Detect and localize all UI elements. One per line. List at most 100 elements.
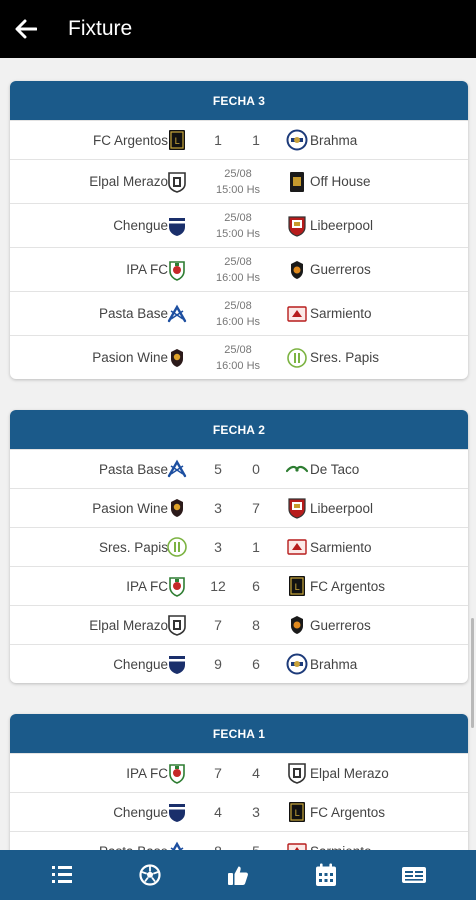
- nav-matches[interactable]: [130, 855, 170, 895]
- home-team-name: FC Argentos: [92, 132, 168, 148]
- libeerpool-crest-icon: [286, 497, 308, 519]
- calendar-icon: [316, 863, 336, 886]
- match-datetime: 25/08 16:00 Hs: [200, 292, 276, 335]
- away-team-name: Libeerpool: [310, 500, 374, 516]
- match-row[interactable]: Chengue 4 3 L FC Argentos: [10, 792, 468, 831]
- match-date: 25/08: [224, 255, 252, 268]
- away-team-name: De Taco: [310, 461, 360, 477]
- match-row[interactable]: IPA FC 25/08 16:00 Hs Guerreros: [10, 247, 468, 291]
- match-row[interactable]: Chengue 25/08 15:00 Hs Libeerpool: [10, 203, 468, 247]
- ipa-fc-crest-icon: [166, 259, 188, 281]
- home-team-name: Elpal Merazo: [89, 617, 168, 633]
- match-row[interactable]: Pasion Wine 25/08 16:00 Hs Sres. Papis: [10, 335, 468, 379]
- id-card-icon: [402, 867, 426, 883]
- pasta-base-crest-icon: [166, 840, 188, 850]
- match-time: 16:00 Hs: [215, 315, 261, 328]
- svg-text:L: L: [174, 137, 179, 147]
- home-score: 7: [214, 617, 222, 633]
- match-row[interactable]: Elpal Merazo 25/08 15:00 Hs Off House: [10, 159, 468, 203]
- away-team-name: Guerreros: [310, 262, 371, 277]
- pasta-base-crest-icon: [166, 303, 188, 325]
- match-row[interactable]: IPA FC 7 4 Elpal Merazo: [10, 753, 468, 792]
- away-team-name: Brahma: [310, 656, 358, 672]
- pasion-wine-crest-icon: [166, 347, 188, 369]
- match-row[interactable]: Pasta Base 5 0 De Taco: [10, 449, 468, 488]
- chengue-crest-icon: [166, 653, 188, 675]
- away-score: 0: [252, 461, 260, 477]
- match-row[interactable]: Chengue 9 6 Brahma: [10, 644, 468, 683]
- chengue-crest-icon: [166, 801, 188, 823]
- away-team-name: Elpal Merazo: [310, 765, 389, 781]
- de-taco-crest-icon: [285, 458, 309, 480]
- home-team-name: Sres. Papis: [98, 539, 168, 555]
- home-team-name: Pasta Base: [99, 832, 168, 851]
- home-score: 12: [210, 578, 226, 594]
- round-card-fecha-1: FECHA 1 IPA FC 7 4 Elpal Merazo Chengue 4 3 L FC …: [10, 714, 468, 850]
- away-team-name: Sarmiento: [310, 306, 372, 321]
- away-score: 1: [252, 132, 260, 148]
- home-team-name: Pasion Wine: [92, 350, 168, 365]
- away-score: 7: [252, 500, 260, 516]
- match-row[interactable]: Sres. Papis 3 1 Sarmiento: [10, 527, 468, 566]
- away-team-name: Sres. Papis: [310, 350, 380, 365]
- away-score: 8: [252, 617, 260, 633]
- away-team-name: FC Argentos: [310, 804, 386, 820]
- home-team-name: Chengue: [113, 804, 168, 820]
- home-score: 5: [214, 461, 222, 477]
- fc-argentos-crest-icon: L: [166, 129, 188, 151]
- away-score: 6: [252, 656, 260, 672]
- arrow-left-icon: [15, 19, 37, 39]
- match-datetime: 25/08 15:00 Hs: [200, 204, 276, 247]
- match-date: 25/08: [224, 167, 252, 180]
- back-button[interactable]: [0, 0, 52, 58]
- round-header: FECHA 2: [10, 410, 468, 449]
- match-datetime: 25/08 15:00 Hs: [200, 160, 276, 203]
- home-team-name: Pasion Wine: [92, 500, 168, 516]
- app-bar: Fixture: [0, 0, 476, 58]
- home-score: 3: [214, 539, 222, 555]
- match-row[interactable]: Pasta Base 25/08 16:00 Hs Sarmiento: [10, 291, 468, 335]
- home-team-name: IPA FC: [126, 578, 168, 594]
- list-icon: [52, 866, 72, 883]
- match-row[interactable]: FC Argentos L 1 1 Brahma: [10, 120, 468, 159]
- nav-standings[interactable]: [42, 855, 82, 895]
- libeerpool-crest-icon: [286, 215, 308, 237]
- fixture-list[interactable]: FECHA 3 FC Argentos L 1 1 Brahma Elpal Merazo 2…: [0, 58, 476, 850]
- elpal-merazo-crest-icon: [166, 171, 188, 193]
- home-team-name: Pasta Base: [98, 306, 168, 321]
- match-datetime: 25/08 16:00 Hs: [200, 248, 276, 291]
- away-score: 1: [252, 539, 260, 555]
- nav-favorites[interactable]: [218, 855, 258, 895]
- nav-fixture[interactable]: [306, 855, 346, 895]
- away-team-name: Sarmiento: [310, 539, 372, 555]
- nav-profile[interactable]: [394, 855, 434, 895]
- brahma-crest-icon: [286, 129, 308, 151]
- off-house-crest-icon: [286, 171, 308, 193]
- elpal-merazo-crest-icon: [166, 614, 188, 636]
- elpal-merazo-crest-icon: [286, 762, 308, 784]
- match-row[interactable]: Elpal Merazo 7 8 Guerreros: [10, 605, 468, 644]
- thumbs-up-icon: [228, 866, 248, 885]
- home-team-name: Chengue: [113, 218, 168, 233]
- sarmiento-crest-icon: [286, 840, 308, 850]
- match-time: 16:00 Hs: [215, 359, 261, 372]
- match-time: 15:00 Hs: [215, 183, 261, 196]
- ipa-fc-crest-icon: [166, 575, 188, 597]
- away-team-name: FC Argentos: [310, 578, 386, 594]
- match-row[interactable]: IPA FC 12 6 L FC Argentos: [10, 566, 468, 605]
- fc-argentos-crest-icon: L: [286, 801, 308, 823]
- sarmiento-crest-icon: [286, 536, 308, 558]
- scrollbar[interactable]: [471, 618, 474, 728]
- match-row[interactable]: Pasta Base 85 Sarmiento: [10, 831, 468, 850]
- chengue-crest-icon: [166, 215, 188, 237]
- home-score: 9: [214, 656, 222, 672]
- bottom-navigation: [0, 850, 476, 900]
- round-header: FECHA 3: [10, 81, 468, 120]
- sarmiento-crest-icon: [286, 303, 308, 325]
- home-score: 1: [214, 132, 222, 148]
- guerreros-crest-icon: [286, 614, 308, 636]
- match-row[interactable]: Pasion Wine 3 7 Libeerpool: [10, 488, 468, 527]
- away-team-name: Brahma: [310, 132, 358, 148]
- soccer-ball-icon: [139, 864, 161, 886]
- ipa-fc-crest-icon: [166, 762, 188, 784]
